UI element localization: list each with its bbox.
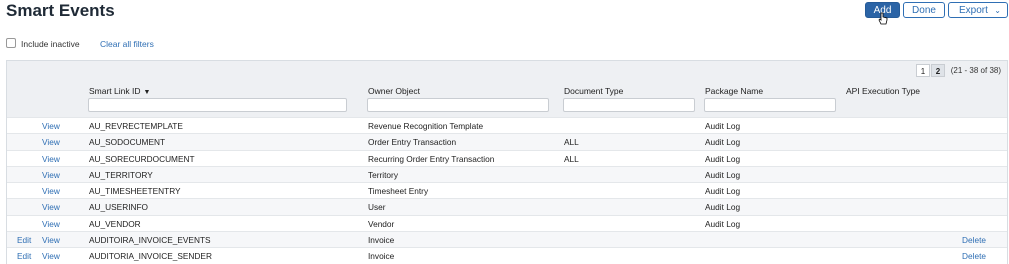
owner-object-cell: Territory [368, 169, 398, 180]
page-2-button[interactable]: 2 [931, 64, 945, 77]
smart-link-id-cell: AU_SORECURDOCUMENT [89, 153, 195, 164]
table-row: View AU_VENDOR Vendor Audit Log [7, 214, 1007, 231]
owner-object-cell: Vendor [368, 218, 395, 229]
view-link[interactable]: View [42, 186, 60, 196]
page-title: Smart Events [6, 1, 115, 20]
smart-link-id-label: Smart Link ID [89, 86, 141, 96]
hand-cursor-icon [878, 12, 888, 25]
table-row: View AU_TERRITORY Territory Audit Log [7, 165, 1007, 183]
delete-link[interactable]: Delete [962, 251, 986, 261]
clear-all-filters-link[interactable]: Clear all filters [100, 39, 154, 49]
smart-link-id-filter-input[interactable] [88, 98, 347, 112]
owner-object-cell: Order Entry Transaction [368, 137, 457, 148]
sort-descending-icon: ▼ [143, 89, 151, 96]
smart-link-id-cell: AU_SODOCUMENT [89, 137, 166, 148]
document-type-cell: ALL [564, 137, 579, 148]
view-link[interactable]: View [42, 170, 60, 180]
owner-object-filter-input[interactable] [367, 98, 549, 112]
smart-link-id-cell: AU_TIMESHEETENTRY [89, 186, 181, 197]
record-range: (21 - 38 of 38) [950, 66, 1001, 75]
smart-link-id-cell: AUDITORIA_INVOICE_SENDER [89, 251, 212, 262]
edit-link[interactable]: Edit [17, 251, 31, 261]
delete-link[interactable]: Delete [962, 235, 986, 245]
owner-object-cell: Recurring Order Entry Transaction [368, 153, 495, 164]
smart-link-id-cell: AU_VENDOR [89, 218, 141, 229]
view-link[interactable]: View [42, 251, 60, 261]
chevron-down-icon: ⌄ [994, 6, 1001, 15]
document-type-cell: ALL [564, 153, 579, 164]
table-row: View AU_USERINFO User Audit Log [7, 198, 1007, 215]
table-header: 1 2 (21 - 38 of 38) Smart Link ID ▼ Owner… [7, 61, 1007, 117]
smart-link-id-cell: AU_USERINFO [89, 202, 149, 213]
include-inactive-label: Include inactive [21, 39, 80, 49]
table-row: View AU_SODOCUMENT Order Entry Transacti… [7, 133, 1007, 150]
column-header-owner-object[interactable]: Owner Object [368, 86, 420, 96]
package-name-cell: Audit Log [705, 218, 741, 229]
table-body: View AU_REVRECTEMPLATE Revenue Recogniti… [7, 117, 1007, 264]
owner-object-cell: Invoice [368, 251, 395, 262]
smart-link-id-cell: AU_REVRECTEMPLATE [89, 121, 183, 131]
done-button[interactable]: Done [903, 2, 945, 18]
table-row: View AU_SORECURDOCUMENT Recurring Order … [7, 149, 1007, 166]
package-name-cell: Audit Log [705, 169, 741, 180]
view-link[interactable]: View [42, 235, 60, 245]
package-name-filter-input[interactable] [704, 98, 836, 112]
table-row: View AU_REVRECTEMPLATE Revenue Recogniti… [7, 117, 1007, 133]
package-name-cell: Audit Log [705, 121, 741, 131]
owner-object-cell: User [368, 202, 386, 213]
include-inactive-checkbox[interactable] [6, 38, 16, 48]
table-row: Edit View AUDITOIRA_INVOICE_EVENTS Invoi… [7, 231, 1007, 248]
column-header-api-execution-type[interactable]: API Execution Type [846, 86, 920, 96]
package-name-cell: Audit Log [705, 186, 741, 197]
document-type-filter-input[interactable] [563, 98, 695, 112]
table-row: View AU_TIMESHEETENTRY Timesheet Entry A… [7, 182, 1007, 198]
view-link[interactable]: View [42, 121, 60, 131]
view-link[interactable]: View [42, 137, 60, 147]
page-1-button[interactable]: 1 [916, 64, 930, 77]
smart-link-id-cell: AUDITOIRA_INVOICE_EVENTS [89, 235, 211, 246]
package-name-cell: Audit Log [705, 137, 741, 148]
column-header-package-name[interactable]: Package Name [705, 86, 763, 96]
owner-object-cell: Timesheet Entry [368, 186, 429, 197]
table-row: Edit View AUDITORIA_INVOICE_SENDER Invoi… [7, 247, 1007, 263]
view-link[interactable]: View [42, 219, 60, 229]
package-name-cell: Audit Log [705, 153, 741, 164]
smart-link-id-cell: AU_TERRITORY [89, 169, 153, 180]
view-link[interactable]: View [42, 154, 60, 164]
owner-object-cell: Invoice [368, 235, 395, 246]
export-label: Export [959, 5, 988, 16]
smart-events-table: 1 2 (21 - 38 of 38) Smart Link ID ▼ Owner… [6, 60, 1008, 264]
column-header-smart-link-id[interactable]: Smart Link ID ▼ [89, 86, 150, 96]
package-name-cell: Audit Log [705, 202, 741, 213]
edit-link[interactable]: Edit [17, 235, 31, 245]
owner-object-cell: Revenue Recognition Template [368, 121, 484, 131]
view-link[interactable]: View [42, 202, 60, 212]
column-header-document-type[interactable]: Document Type [564, 86, 623, 96]
export-button[interactable]: Export ⌄ [948, 2, 1008, 18]
